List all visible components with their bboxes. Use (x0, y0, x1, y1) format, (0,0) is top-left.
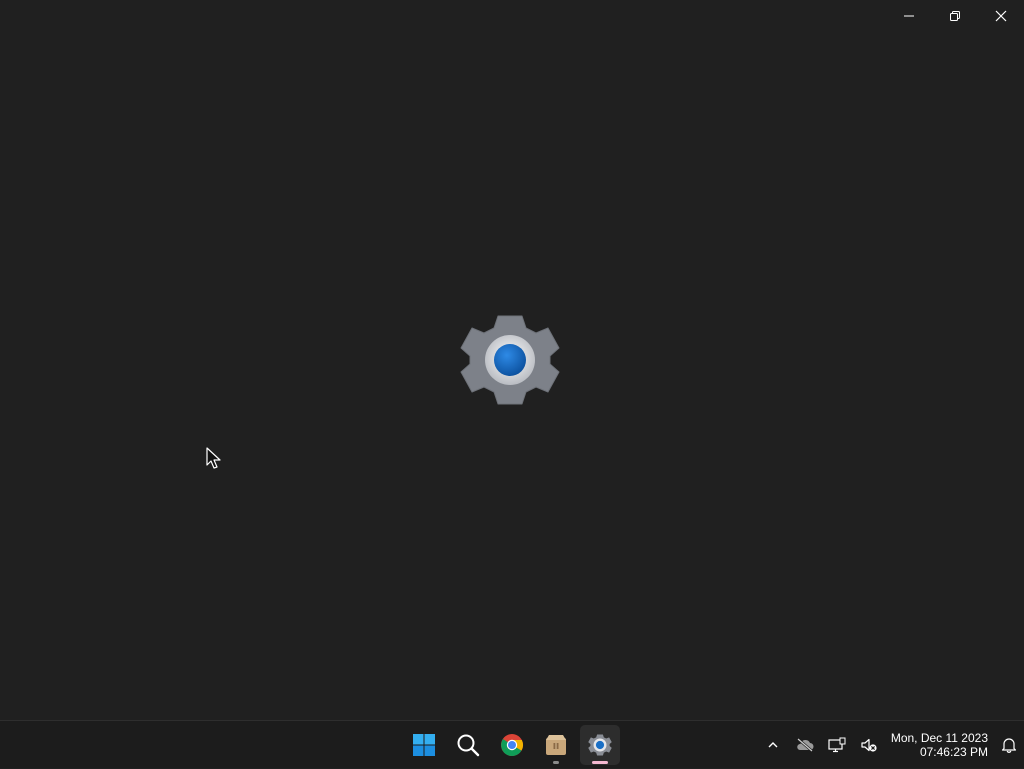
bell-icon (1001, 738, 1017, 753)
close-button[interactable] (978, 0, 1024, 32)
chrome-icon (501, 734, 523, 756)
taskbar: Mon, Dec 11 2023 07:46:23 PM (0, 720, 1024, 768)
taskbar-apps (402, 721, 622, 769)
show-hidden-icons-button[interactable] (757, 725, 789, 765)
minimize-button[interactable] (886, 0, 932, 32)
onedrive-tray-button[interactable] (789, 725, 821, 765)
network-icon (828, 737, 846, 753)
settings-gear-icon (460, 312, 560, 408)
notifications-button[interactable] (994, 725, 1024, 765)
mouse-pointer-icon (206, 447, 222, 471)
window-caption-buttons (886, 0, 1024, 32)
clock-date: Mon, Dec 11 2023 (890, 731, 988, 745)
taskbar-clock[interactable]: Mon, Dec 11 2023 07:46:23 PM (885, 731, 994, 759)
restore-icon (950, 11, 960, 21)
search-icon (457, 734, 480, 757)
running-indicator (553, 761, 559, 764)
active-indicator (592, 761, 608, 764)
restore-button[interactable] (932, 0, 978, 32)
chrome-taskbar-button[interactable] (492, 725, 532, 765)
volume-muted-icon (861, 738, 877, 752)
chevron-up-icon (768, 742, 778, 748)
windows-logo-icon (413, 734, 435, 756)
package-taskbar-button[interactable] (536, 725, 576, 765)
volume-tray-button[interactable] (853, 725, 885, 765)
package-icon (546, 735, 566, 755)
minimize-icon (904, 15, 914, 17)
cloud-offline-icon (797, 738, 814, 752)
system-tray: Mon, Dec 11 2023 07:46:23 PM (757, 721, 1024, 769)
settings-gear-icon (588, 734, 612, 756)
close-icon (995, 10, 1007, 22)
clock-time: 07:46:23 PM (919, 745, 988, 759)
start-button[interactable] (404, 725, 444, 765)
search-button[interactable] (448, 725, 488, 765)
settings-app-window (0, 0, 1024, 720)
network-tray-button[interactable] (821, 725, 853, 765)
settings-taskbar-button[interactable] (580, 725, 620, 765)
